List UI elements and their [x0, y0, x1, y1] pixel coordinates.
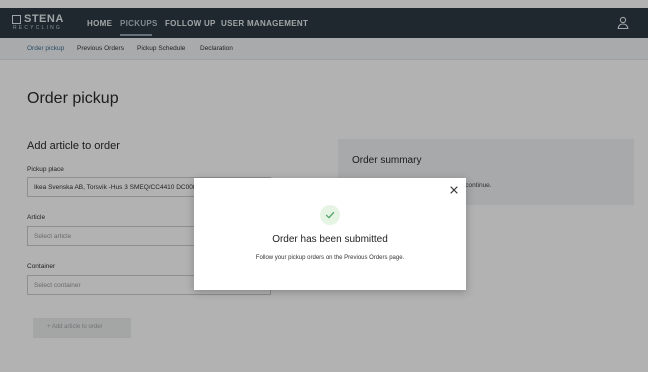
- close-icon[interactable]: [448, 184, 460, 196]
- dialog-title: Order has been submitted: [272, 234, 388, 245]
- check-icon: [320, 205, 340, 225]
- order-submitted-dialog: Order has been submitted Follow your pic…: [194, 178, 466, 290]
- dialog-message: Follow your pickup orders on the Previou…: [255, 255, 405, 261]
